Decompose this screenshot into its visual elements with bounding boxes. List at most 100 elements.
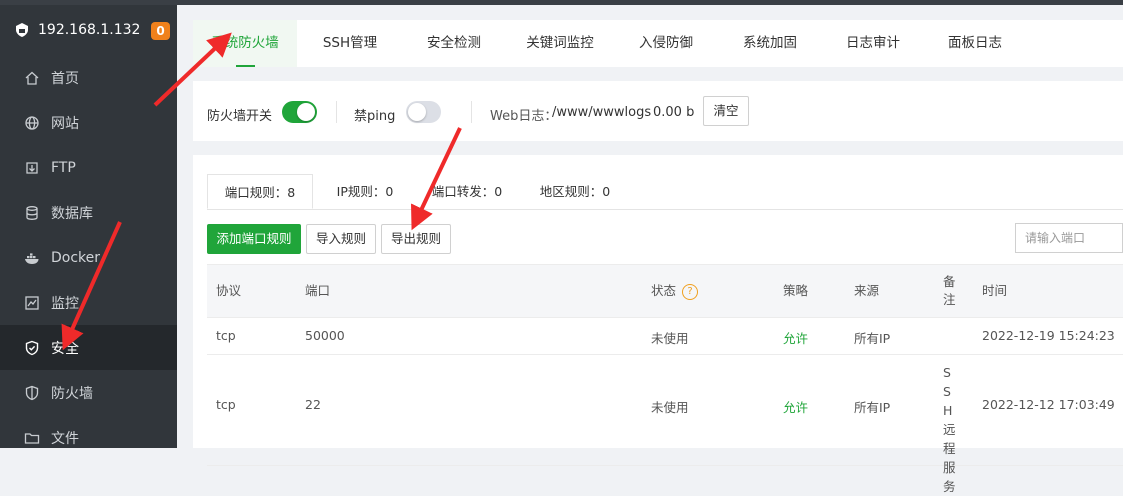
- header-source: 来源: [854, 283, 880, 298]
- server-ip: 192.168.1.132: [38, 22, 141, 38]
- tab-intrusion-prevention[interactable]: 入侵防御: [615, 20, 717, 67]
- export-rules-button[interactable]: 导出规则: [381, 224, 451, 254]
- sidebar-item-firewall[interactable]: 防火墙: [0, 370, 177, 415]
- tabs-bar: 系统防火墙 SSH管理 安全检测 关键词监控 入侵防御 系统加固 日志审计 面板…: [193, 20, 1123, 67]
- sidebar-item-label: 网站: [51, 115, 79, 132]
- header-status: 状态?: [651, 265, 699, 317]
- tab-security-check[interactable]: 安全检测: [403, 20, 505, 67]
- subtab-region-rules[interactable]: 地区规则：0: [517, 174, 633, 209]
- cell-port: 22: [305, 397, 321, 412]
- tab-log-audit[interactable]: 日志审计: [823, 20, 923, 67]
- cell-status: 未使用: [651, 400, 689, 415]
- cell-time: 2022-12-19 15:24:23: [982, 328, 1115, 343]
- cell-policy: 允许: [783, 400, 809, 415]
- monitor-icon: [24, 295, 40, 311]
- tab-label: 系统加固: [743, 35, 797, 51]
- sidebar-item-docker[interactable]: Docker: [0, 235, 177, 280]
- server-header[interactable]: 192.168.1.132 0: [0, 5, 177, 55]
- tab-label: 日志审计: [846, 35, 900, 51]
- tab-label: 系统防火墙: [211, 35, 279, 51]
- table-row[interactable]: tcp 50000 未使用 允许 所有IP 2022-12-19 15:24:2…: [207, 318, 1123, 355]
- shield-icon: [24, 340, 40, 356]
- toggle-knob: [297, 103, 315, 121]
- tab-system-hardening[interactable]: 系统加固: [717, 20, 823, 67]
- sidebar-item-home[interactable]: 首页: [0, 55, 177, 100]
- subtab-label: 端口规则：8: [224, 185, 296, 200]
- table-header: 协议 端口 状态? 策略 来源 备注 时间: [207, 264, 1123, 318]
- notification-badge[interactable]: 0: [151, 22, 170, 40]
- server-logo-icon: [16, 23, 28, 37]
- database-icon: [24, 205, 40, 221]
- subtab-label: 端口转发：0: [431, 184, 503, 199]
- tab-label: SSH管理: [322, 35, 378, 51]
- header-note: 备注: [943, 274, 956, 307]
- subtab-ip-rules[interactable]: IP规则：0: [313, 174, 417, 209]
- home-icon: [24, 70, 40, 86]
- weblog-path-link[interactable]: /www/wwwlogs: [552, 105, 651, 120]
- port-rules-table: 协议 端口 状态? 策略 来源 备注 时间 tcp 50000 未使用 允许 所…: [207, 264, 1123, 494]
- ping-toggle[interactable]: [406, 101, 441, 123]
- subtab-port-rules[interactable]: 端口规则：8: [207, 174, 313, 209]
- import-rules-button[interactable]: 导入规则: [306, 224, 376, 254]
- firewall-controls: 防火墙开关 禁ping Web日志： /www/wwwlogs 0.00 b 清…: [193, 81, 1123, 141]
- tab-label: 安全检测: [427, 35, 481, 51]
- cell-time: 2022-12-12 17:03:49: [982, 397, 1115, 412]
- rule-type-tabs: 端口规则：8 IP规则：0 端口转发：0 地区规则：0: [207, 174, 1123, 210]
- subtab-port-forward[interactable]: 端口转发：0: [417, 174, 517, 209]
- sidebar-item-files[interactable]: 文件: [0, 415, 177, 460]
- rules-panel: 端口规则：8 IP规则：0 端口转发：0 地区规则：0 添加端口规则 导入规则 …: [193, 155, 1123, 494]
- cell-note: SSH远程服务: [943, 365, 956, 494]
- help-icon[interactable]: ?: [682, 283, 699, 300]
- clear-log-button[interactable]: 清空: [703, 96, 749, 126]
- sidebar-item-label: 数据库: [51, 205, 93, 222]
- toggle-knob: [408, 103, 426, 121]
- sidebar: 192.168.1.132 0 首页 网站 FTP 数据库 Docker 监控 …: [0, 5, 177, 448]
- tab-system-firewall[interactable]: 系统防火墙: [193, 20, 297, 67]
- globe-icon: [24, 115, 40, 131]
- sidebar-item-label: Docker: [51, 249, 101, 266]
- header-port: 端口: [305, 283, 331, 298]
- ping-label: 禁ping: [354, 109, 396, 124]
- cell-status: 未使用: [651, 331, 689, 346]
- tab-panel-log[interactable]: 面板日志: [923, 20, 1027, 67]
- weblog-label: Web日志：: [490, 109, 558, 124]
- cell-protocol: tcp: [216, 328, 236, 343]
- cell-port: 50000: [305, 328, 345, 343]
- firewall-icon: [24, 385, 40, 401]
- subtab-label: 地区规则：0: [539, 184, 611, 199]
- firewall-switch-label: 防火墙开关: [207, 109, 273, 124]
- tab-label: 面板日志: [948, 35, 1002, 51]
- ftp-icon: [24, 160, 40, 176]
- subtab-label: IP规则：0: [336, 184, 394, 199]
- sidebar-item-monitor[interactable]: 监控: [0, 280, 177, 325]
- tab-ssh[interactable]: SSH管理: [297, 20, 403, 67]
- sidebar-item-database[interactable]: 数据库: [0, 190, 177, 235]
- cell-source: 所有IP: [854, 331, 891, 346]
- tab-keyword-monitor[interactable]: 关键词监控: [505, 20, 615, 67]
- divider: [336, 101, 337, 123]
- firewall-toggle[interactable]: [282, 101, 317, 123]
- cell-policy: 允许: [783, 331, 809, 346]
- header-protocol: 协议: [216, 283, 242, 298]
- header-status-label: 状态: [651, 283, 677, 298]
- sidebar-item-label: 监控: [51, 295, 79, 312]
- weblog-size: 0.00 b: [653, 105, 695, 120]
- tab-label: 入侵防御: [639, 35, 693, 51]
- folder-icon: [24, 430, 40, 446]
- sidebar-item-ftp[interactable]: FTP: [0, 145, 177, 190]
- sidebar-item-label: 首页: [51, 70, 79, 87]
- port-search-input[interactable]: 请输入端口: [1015, 223, 1123, 253]
- table-row[interactable]: tcp 22 未使用 允许 所有IP SSH远程服务 2022-12-12 17…: [207, 355, 1123, 494]
- divider: [471, 101, 472, 123]
- sidebar-item-label: 防火墙: [51, 385, 93, 402]
- tab-label: 关键词监控: [526, 35, 594, 51]
- active-tab-underline: [236, 65, 255, 67]
- sidebar-item-label: FTP: [51, 159, 76, 176]
- cell-source: 所有IP: [854, 400, 891, 415]
- sidebar-item-website[interactable]: 网站: [0, 100, 177, 145]
- sidebar-item-security[interactable]: 安全: [0, 325, 177, 370]
- add-port-rule-button[interactable]: 添加端口规则: [207, 224, 301, 254]
- sidebar-item-label: 安全: [51, 340, 79, 357]
- cell-protocol: tcp: [216, 397, 236, 412]
- sidebar-item-label: 文件: [51, 430, 79, 447]
